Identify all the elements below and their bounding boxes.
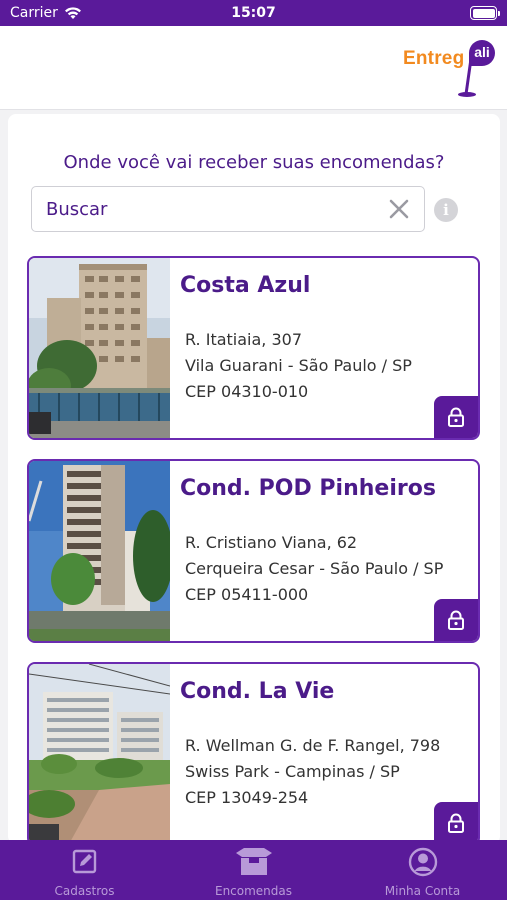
tab-cadastros[interactable]: Cadastros (0, 840, 169, 900)
search-box (31, 186, 425, 232)
condo-street: R. Itatiaia, 307 (185, 330, 302, 349)
tab-minha-conta[interactable]: Minha Conta (338, 840, 507, 900)
logo-pin-base (458, 92, 476, 97)
condo-name: Costa Azul (180, 273, 311, 298)
condo-photo (29, 664, 170, 844)
lock-icon (448, 813, 464, 833)
clock: 15:07 (231, 5, 276, 21)
lock-button[interactable] (434, 599, 478, 641)
condo-card-pod-pinheiros[interactable]: Cond. POD Pinheiros R. Cristiano Viana, … (27, 459, 480, 643)
edit-icon (72, 849, 96, 874)
page-question: Onde você vai receber suas encomendas? (63, 152, 445, 173)
condo-photo (29, 461, 170, 641)
condo-photo (29, 258, 170, 438)
condo-cep: CEP 04310-010 (185, 382, 309, 401)
entregali-logo: Entreg ali (403, 40, 499, 100)
app-header: Entreg ali (0, 26, 507, 110)
search-input[interactable] (46, 187, 366, 231)
condo-selection-panel: Onde você vai receber suas encomendas? i (8, 114, 500, 844)
condo-card-la-vie[interactable]: Cond. La Vie R. Wellman G. de F. Rangel,… (27, 662, 480, 844)
logo-wordmark: Entreg (403, 48, 465, 69)
condo-street: R. Wellman G. de F. Rangel, 798 (185, 736, 441, 755)
lock-button[interactable] (434, 396, 478, 438)
clear-search-icon[interactable] (388, 198, 410, 220)
lock-icon (448, 610, 464, 630)
tab-encomendas[interactable]: Encomendas (169, 840, 338, 900)
info-icon[interactable]: i (434, 198, 458, 222)
condo-district: Cerqueira Cesar - São Paulo / SP (185, 559, 444, 578)
tab-label: Minha Conta (384, 884, 461, 898)
condo-card-costa-azul[interactable]: Costa Azul R. Itatiaia, 307 Vila Guarani… (27, 256, 480, 440)
condo-name: Cond. La Vie (180, 679, 335, 704)
status-bar: Carrier 15:07 (0, 0, 507, 26)
condo-district: Swiss Park - Campinas / SP (185, 762, 400, 781)
lock-icon (448, 407, 464, 427)
logo-flag: ali (469, 40, 495, 66)
tab-label: Encomendas (214, 884, 293, 898)
condo-cep: CEP 13049-254 (185, 788, 309, 807)
bottom-tab-bar: Cadastros Encomendas Minha Conta (0, 840, 507, 900)
lock-button[interactable] (434, 802, 478, 844)
box-icon (235, 848, 272, 875)
battery-icon (470, 6, 500, 20)
condo-cep: CEP 05411-000 (185, 585, 309, 604)
tab-label: Cadastros (54, 884, 115, 898)
condo-street: R. Cristiano Viana, 62 (185, 533, 358, 552)
account-icon (408, 847, 437, 877)
condo-name: Cond. POD Pinheiros (180, 476, 436, 501)
condo-district: Vila Guarani - São Paulo / SP (185, 356, 412, 375)
